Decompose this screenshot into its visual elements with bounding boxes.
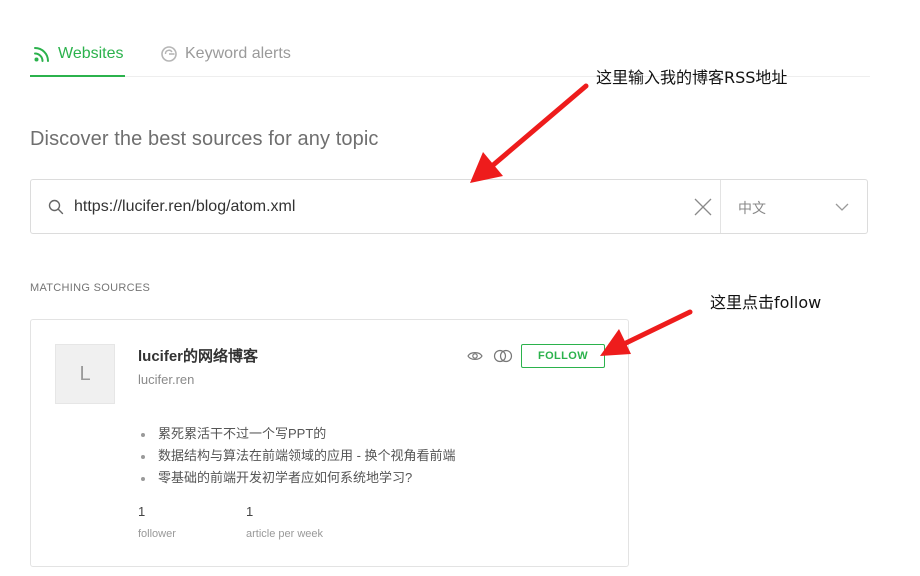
- overlap-circles-icon[interactable]: [493, 348, 513, 364]
- list-item[interactable]: 累死累活干不过一个写PPT的: [141, 423, 456, 445]
- annotation-follow: 这里点击follow: [710, 293, 822, 312]
- search-icon: [48, 199, 64, 215]
- eye-icon[interactable]: [467, 348, 483, 364]
- source-title[interactable]: lucifer的网络博客: [138, 345, 258, 366]
- matching-sources-label: MATCHING SOURCES: [30, 282, 151, 294]
- language-select-value: 中文: [738, 200, 766, 216]
- list-item[interactable]: 零基础的前端开发初学者应如何系统地学习?: [141, 467, 456, 489]
- follow-button[interactable]: FOLLOW: [521, 344, 605, 368]
- source-card: L lucifer的网络博客 lucifer.ren FOLLOW 累死累活干不…: [30, 319, 629, 567]
- followers-label: follower: [138, 528, 176, 540]
- annotation-rss-input: 这里输入我的博客RSS地址: [596, 68, 788, 87]
- search-bar: 中文: [30, 179, 868, 234]
- chevron-down-icon: [835, 200, 849, 214]
- google-icon: [160, 45, 178, 63]
- stat-articles-per-week: 1 article per week: [246, 504, 323, 540]
- tab-websites-label: Websites: [58, 45, 124, 62]
- articles-per-week-label: article per week: [246, 528, 324, 540]
- tab-keyword-alerts-label: Keyword alerts: [185, 45, 291, 62]
- active-tab-indicator: [30, 75, 125, 77]
- tab-websites[interactable]: Websites: [33, 45, 124, 63]
- tab-keyword-alerts[interactable]: Keyword alerts: [160, 45, 291, 63]
- page-heading: Discover the best sources for any topic: [30, 128, 379, 150]
- stat-followers: 1 follower: [138, 504, 176, 540]
- article-list: 累死累活干不过一个写PPT的 数据结构与算法在前端领域的应用 - 换个视角看前端…: [141, 423, 456, 489]
- clear-icon[interactable]: [694, 198, 712, 216]
- rss-icon: [33, 45, 51, 63]
- followers-count: 1: [138, 504, 146, 519]
- avatar: L: [55, 344, 115, 404]
- source-domain: lucifer.ren: [138, 372, 195, 387]
- arrow-to-search-input: [470, 83, 589, 183]
- articles-per-week-count: 1: [246, 504, 254, 519]
- search-input[interactable]: [74, 193, 674, 221]
- list-item[interactable]: 数据结构与算法在前端领域的应用 - 换个视角看前端: [141, 445, 456, 467]
- language-select[interactable]: 中文: [720, 180, 868, 233]
